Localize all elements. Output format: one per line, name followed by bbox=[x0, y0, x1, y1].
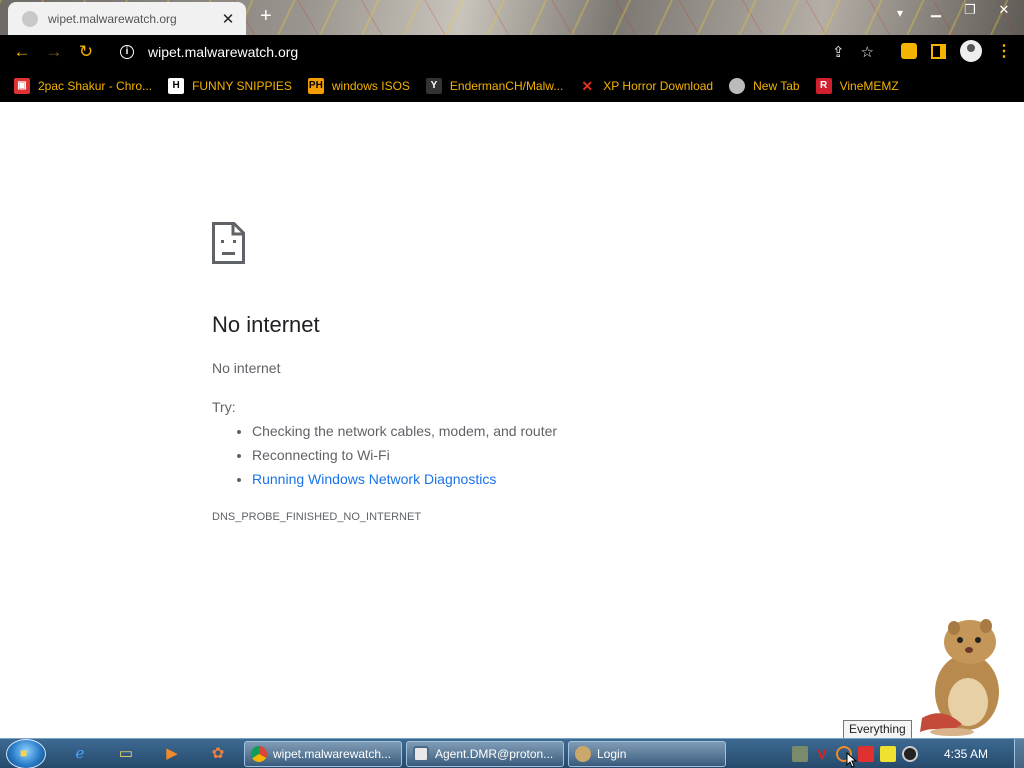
taskbar-button-label: Login bbox=[597, 747, 627, 761]
share-icon[interactable]: ⇪ bbox=[832, 43, 845, 61]
bookmark-label: 2pac Shakur - Chro... bbox=[38, 78, 153, 93]
bookmark-label: VineMEMZ bbox=[839, 78, 899, 93]
tab-search-chevron-icon[interactable]: ▾ bbox=[897, 6, 903, 20]
bookmark-item[interactable]: H FUNNY SNIPPIES bbox=[168, 77, 292, 94]
tab-favicon-icon bbox=[22, 10, 38, 27]
browser-tab[interactable]: wipet.malwarewatch.org ✕ bbox=[8, 2, 246, 35]
forward-arrow-icon[interactable]: → bbox=[38, 38, 70, 66]
clock[interactable]: 4:35 AM bbox=[944, 747, 988, 761]
h-logo-icon: H bbox=[168, 77, 185, 94]
network-tray-icon[interactable] bbox=[792, 746, 808, 762]
notes-tray-icon[interactable] bbox=[880, 746, 896, 762]
v-tray-icon[interactable]: V bbox=[814, 746, 830, 762]
restore-icon[interactable]: ❐ bbox=[960, 2, 980, 18]
taskbar-button-label: Agent.DMR@proton... bbox=[435, 747, 554, 761]
url-text[interactable]: wipet.malwarewatch.org bbox=[148, 44, 298, 60]
bookmark-label: windows ISOS bbox=[331, 78, 410, 93]
taskbar: ℯ ▭ ▶ ✿ wipet.malwarewatch... Agent.DMR@… bbox=[0, 738, 1024, 768]
address-bar[interactable]: i wipet.malwarewatch.org ⇪ ☆ bbox=[112, 38, 882, 66]
taskbar-button-login[interactable]: Login bbox=[568, 741, 726, 767]
try-label: Try: bbox=[212, 399, 236, 415]
browser-toolbar: ← → ↻ i wipet.malwarewatch.org ⇪ ☆ ⋮ bbox=[0, 35, 1024, 69]
suggestion-item: Running Windows Network Diagnostics bbox=[252, 469, 557, 493]
suggestion-item: Checking the network cables, modem, and … bbox=[252, 421, 557, 445]
chrome-icon bbox=[251, 746, 267, 762]
mouse-cursor-icon bbox=[846, 752, 858, 768]
bookmark-star-icon[interactable]: ☆ bbox=[861, 43, 874, 61]
taskbar-button-chrome[interactable]: wipet.malwarewatch... bbox=[244, 741, 402, 767]
diagnostics-link[interactable]: Running Windows Network Diagnostics bbox=[252, 471, 496, 487]
bookmark-item[interactable]: PH windows ISOS bbox=[307, 77, 410, 94]
bookmark-item[interactable]: ✕ XP Horror Download bbox=[579, 78, 713, 94]
user-icon bbox=[575, 746, 591, 762]
profile-avatar-icon[interactable] bbox=[960, 40, 982, 62]
bookmark-label: FUNNY SNIPPIES bbox=[192, 78, 292, 93]
tab-strip: wipet.malwarewatch.org ✕ + ▾ ▁ ❐ ✕ bbox=[0, 0, 1024, 35]
internet-explorer-icon[interactable]: ℯ bbox=[70, 744, 90, 764]
app-icon[interactable]: ✿ bbox=[208, 744, 228, 764]
bookmark-item[interactable]: R VineMEMZ bbox=[815, 77, 899, 94]
r-logo-icon: R bbox=[815, 77, 832, 94]
bookmark-item[interactable]: New Tab bbox=[729, 77, 800, 94]
back-arrow-icon[interactable]: ← bbox=[6, 38, 38, 66]
error-title: No internet bbox=[212, 312, 320, 337]
minimize-icon[interactable]: ▁ bbox=[926, 2, 946, 18]
sad-page-icon bbox=[212, 222, 245, 264]
flag-tray-icon[interactable] bbox=[858, 746, 874, 762]
folder-icon[interactable]: ▭ bbox=[116, 744, 136, 764]
reload-icon[interactable]: ↻ bbox=[70, 38, 102, 66]
close-window-icon[interactable]: ✕ bbox=[994, 2, 1014, 18]
error-subtitle: No internet bbox=[212, 360, 281, 376]
extensions-puzzle-icon[interactable] bbox=[901, 43, 917, 59]
media-player-icon[interactable]: ▶ bbox=[162, 744, 182, 764]
bookmark-item[interactable]: Y EndermanCH/Malw... bbox=[425, 77, 564, 94]
bookmark-item[interactable]: ▣ 2pac Shakur - Chro... bbox=[14, 77, 153, 94]
bookmark-label: EndermanCH/Malw... bbox=[449, 78, 564, 93]
taskbar-tooltip: Everything bbox=[843, 720, 912, 739]
bookmark-label: New Tab bbox=[753, 78, 800, 93]
window-icon bbox=[413, 746, 429, 762]
globe-icon bbox=[729, 77, 746, 94]
taskbar-button-mail[interactable]: Agent.DMR@proton... bbox=[406, 741, 564, 767]
x-logo-icon: ✕ bbox=[581, 77, 594, 94]
speaker-tray-icon[interactable] bbox=[902, 746, 918, 762]
error-code: DNS_PROBE_FINISHED_NO_INTERNET bbox=[212, 511, 422, 523]
suggestion-item: Reconnecting to Wi-Fi bbox=[252, 445, 557, 469]
bookmark-label: XP Horror Download bbox=[603, 78, 714, 93]
yp-logo-icon: Y bbox=[425, 77, 442, 94]
hamster-mascot-icon bbox=[920, 619, 999, 736]
tab-title: wipet.malwarewatch.org bbox=[48, 11, 177, 26]
start-button-icon[interactable] bbox=[6, 739, 46, 768]
bookmarks-bar: ▣ 2pac Shakur - Chro... H FUNNY SNIPPIES… bbox=[0, 69, 1024, 102]
show-desktop-button[interactable] bbox=[1014, 739, 1024, 768]
taskbar-button-label: wipet.malwarewatch... bbox=[273, 747, 392, 761]
ph-logo-icon: PH bbox=[307, 77, 324, 94]
new-tab-button[interactable]: + bbox=[260, 6, 272, 26]
site-info-icon[interactable]: i bbox=[120, 45, 134, 59]
side-panel-icon[interactable] bbox=[931, 43, 946, 59]
suggestion-list: Checking the network cables, modem, and … bbox=[252, 421, 557, 493]
window-controls: ▁ ❐ ✕ bbox=[926, 2, 1014, 18]
tab-close-icon[interactable]: ✕ bbox=[220, 10, 236, 28]
menu-kebab-icon[interactable]: ⋮ bbox=[996, 41, 1012, 61]
tv-icon: ▣ bbox=[14, 77, 30, 94]
